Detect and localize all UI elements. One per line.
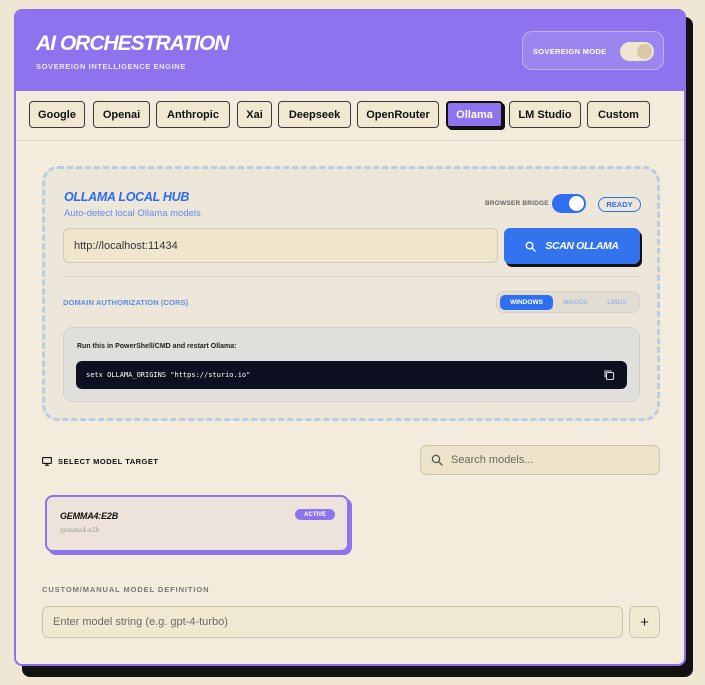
toggle-knob — [637, 44, 652, 59]
tab-google[interactable]: Google — [29, 101, 85, 128]
app-title: AI ORCHESTRATION — [36, 32, 229, 55]
provider-tabs: Google Openai Anthropic Xai Deepseek Ope… — [16, 91, 684, 141]
command-text: setx OLLAMA_ORIGINS "https://sturio.io" — [86, 371, 251, 379]
browser-bridge-toggle[interactable] — [552, 194, 586, 213]
app-subtitle: SOVEREIGN INTELLIGENCE ENGINE — [36, 62, 186, 71]
ollama-url-input[interactable] — [63, 228, 498, 263]
ollama-hub: OLLAMA LOCAL HUB Auto-detect local Ollam… — [42, 166, 660, 421]
model-search — [420, 445, 660, 475]
cors-label: DOMAIN AUTHORIZATION (CORS) — [63, 298, 189, 307]
custom-model-input[interactable] — [42, 606, 623, 638]
tab-ollama[interactable]: Ollama — [446, 101, 503, 128]
search-icon — [431, 454, 443, 466]
search-input[interactable] — [451, 446, 651, 473]
os-option-macos[interactable]: MACOS — [553, 295, 598, 310]
custom-model-label: CUSTOM/MANUAL MODEL DEFINITION — [42, 585, 210, 594]
search-icon — [526, 241, 537, 252]
select-model-label: SELECT MODEL TARGET — [58, 457, 159, 466]
toggle-knob — [569, 196, 584, 211]
scan-ollama-label: SCAN OLLAMA — [545, 240, 619, 252]
code-block: setx OLLAMA_ORIGINS "https://sturio.io" — [76, 361, 627, 389]
model-card[interactable]: GEMMA4:E2B gemma4:e2b ACTIVE — [45, 495, 349, 552]
command-box: Run this in PowerShell/CMD and restart O… — [63, 327, 640, 402]
copy-icon[interactable] — [603, 369, 615, 381]
sovereign-mode-toggle[interactable] — [620, 42, 654, 61]
model-name: GEMMA4:E2B — [60, 511, 119, 521]
tab-openrouter[interactable]: OpenRouter — [357, 101, 439, 128]
tab-deepseek[interactable]: Deepseek — [278, 101, 351, 128]
tab-custom[interactable]: Custom — [587, 101, 650, 128]
tab-anthropic[interactable]: Anthropic — [156, 101, 230, 128]
add-model-button[interactable]: + — [629, 606, 660, 638]
os-option-windows[interactable]: WINDOWS — [500, 295, 553, 310]
model-id: gemma4:e2b — [60, 527, 100, 534]
scan-ollama-button[interactable]: SCAN OLLAMA — [504, 228, 640, 264]
command-instruction: Run this in PowerShell/CMD and restart O… — [77, 343, 237, 350]
os-selector: WINDOWS MACOS LINUX — [496, 291, 640, 313]
divider — [63, 276, 640, 277]
plus-icon: + — [640, 613, 649, 631]
sovereign-mode-label: SOVEREIGN MODE — [533, 47, 607, 56]
hub-subtitle: Auto-detect local Ollama models — [64, 208, 201, 219]
sovereign-mode-box: SOVEREIGN MODE — [522, 31, 664, 70]
header: AI ORCHESTRATION SOVEREIGN INTELLIGENCE … — [16, 11, 684, 91]
orchestration-panel: AI ORCHESTRATION SOVEREIGN INTELLIGENCE … — [14, 9, 686, 666]
active-badge: ACTIVE — [295, 509, 335, 520]
tab-xai[interactable]: Xai — [237, 101, 272, 128]
monitor-icon — [42, 457, 52, 466]
os-option-linux[interactable]: LINUX — [598, 295, 636, 310]
hub-title: OLLAMA LOCAL HUB — [64, 190, 190, 204]
browser-bridge-label: BROWSER BRIDGE — [485, 200, 549, 207]
status-badge: READY — [598, 197, 641, 212]
tab-openai[interactable]: Openai — [93, 101, 150, 128]
tab-lm-studio[interactable]: LM Studio — [509, 101, 581, 128]
select-model-heading: SELECT MODEL TARGET — [42, 457, 158, 466]
